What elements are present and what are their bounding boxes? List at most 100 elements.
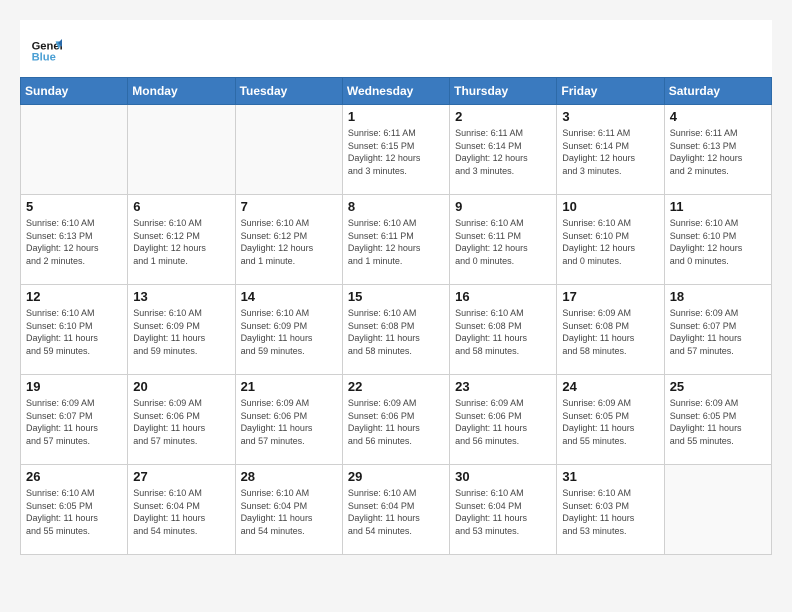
day-info: Sunrise: 6:09 AM Sunset: 6:08 PM Dayligh…	[562, 307, 658, 357]
day-cell: 11 Sunrise: 6:10 AM Sunset: 6:10 PM Dayli…	[664, 195, 771, 285]
weekday-header-tuesday: Tuesday	[235, 78, 342, 105]
day-number: 24	[562, 379, 658, 394]
week-row-3: 19 Sunrise: 6:09 AM Sunset: 6:07 PM Dayli…	[21, 375, 772, 465]
week-row-2: 12 Sunrise: 6:10 AM Sunset: 6:10 PM Dayli…	[21, 285, 772, 375]
day-cell: 2Sunrise: 6:11 AM Sunset: 6:14 PM Daylig…	[450, 105, 557, 195]
day-info: Sunrise: 6:09 AM Sunset: 6:06 PM Dayligh…	[455, 397, 551, 447]
weekday-header-friday: Friday	[557, 78, 664, 105]
day-cell: 5Sunrise: 6:10 AM Sunset: 6:13 PM Daylig…	[21, 195, 128, 285]
day-cell	[664, 465, 771, 555]
day-info: Sunrise: 6:11 AM Sunset: 6:13 PM Dayligh…	[670, 127, 766, 177]
day-number: 5	[26, 199, 122, 214]
day-cell: 1Sunrise: 6:11 AM Sunset: 6:15 PM Daylig…	[342, 105, 449, 195]
day-info: Sunrise: 6:10 AM Sunset: 6:04 PM Dayligh…	[455, 487, 551, 537]
day-info: Sunrise: 6:09 AM Sunset: 6:05 PM Dayligh…	[670, 397, 766, 447]
day-number: 7	[241, 199, 337, 214]
day-cell: 12 Sunrise: 6:10 AM Sunset: 6:10 PM Dayli…	[21, 285, 128, 375]
day-cell: 19 Sunrise: 6:09 AM Sunset: 6:07 PM Dayli…	[21, 375, 128, 465]
day-number: 30	[455, 469, 551, 484]
day-number: 12	[26, 289, 122, 304]
day-number: 31	[562, 469, 658, 484]
header: General Blue	[20, 20, 772, 77]
day-cell: 13 Sunrise: 6:10 AM Sunset: 6:09 PM Dayli…	[128, 285, 235, 375]
day-info: Sunrise: 6:10 AM Sunset: 6:10 PM Dayligh…	[670, 217, 766, 267]
weekday-header-saturday: Saturday	[664, 78, 771, 105]
day-info: Sunrise: 6:10 AM Sunset: 6:09 PM Dayligh…	[133, 307, 229, 357]
day-cell: 24 Sunrise: 6:09 AM Sunset: 6:05 PM Dayli…	[557, 375, 664, 465]
day-cell: 16 Sunrise: 6:10 AM Sunset: 6:08 PM Dayli…	[450, 285, 557, 375]
day-number: 22	[348, 379, 444, 394]
day-cell: 21 Sunrise: 6:09 AM Sunset: 6:06 PM Dayli…	[235, 375, 342, 465]
day-info: Sunrise: 6:10 AM Sunset: 6:08 PM Dayligh…	[348, 307, 444, 357]
day-info: Sunrise: 6:10 AM Sunset: 6:10 PM Dayligh…	[26, 307, 122, 357]
day-cell: 3 Sunrise: 6:11 AM Sunset: 6:14 PM Daylig…	[557, 105, 664, 195]
day-number: 28	[241, 469, 337, 484]
day-cell: 10Sunrise: 6:10 AM Sunset: 6:10 PM Dayli…	[557, 195, 664, 285]
day-cell: 23 Sunrise: 6:09 AM Sunset: 6:06 PM Dayli…	[450, 375, 557, 465]
day-number: 10	[562, 199, 658, 214]
day-info: Sunrise: 6:10 AM Sunset: 6:05 PM Dayligh…	[26, 487, 122, 537]
day-info: Sunrise: 6:10 AM Sunset: 6:08 PM Dayligh…	[455, 307, 551, 357]
day-info: Sunrise: 6:09 AM Sunset: 6:07 PM Dayligh…	[670, 307, 766, 357]
weekday-header-row: SundayMondayTuesdayWednesdayThursdayFrid…	[21, 78, 772, 105]
day-info: Sunrise: 6:10 AM Sunset: 6:09 PM Dayligh…	[241, 307, 337, 357]
week-row-4: 26 Sunrise: 6:10 AM Sunset: 6:05 PM Dayli…	[21, 465, 772, 555]
day-number: 8	[348, 199, 444, 214]
day-cell: 4 Sunrise: 6:11 AM Sunset: 6:13 PM Daylig…	[664, 105, 771, 195]
day-cell: 30 Sunrise: 6:10 AM Sunset: 6:04 PM Dayli…	[450, 465, 557, 555]
day-cell: 6Sunrise: 6:10 AM Sunset: 6:12 PM Daylig…	[128, 195, 235, 285]
day-number: 3	[562, 109, 658, 124]
calendar-container: General Blue SundayMondayTuesdayWednesda…	[20, 20, 772, 555]
day-number: 26	[26, 469, 122, 484]
day-number: 14	[241, 289, 337, 304]
day-cell: 29 Sunrise: 6:10 AM Sunset: 6:04 PM Dayli…	[342, 465, 449, 555]
day-cell: 7Sunrise: 6:10 AM Sunset: 6:12 PM Daylig…	[235, 195, 342, 285]
day-cell: 20 Sunrise: 6:09 AM Sunset: 6:06 PM Dayli…	[128, 375, 235, 465]
weekday-header-sunday: Sunday	[21, 78, 128, 105]
weekday-header-wednesday: Wednesday	[342, 78, 449, 105]
day-info: Sunrise: 6:09 AM Sunset: 6:07 PM Dayligh…	[26, 397, 122, 447]
day-number: 23	[455, 379, 551, 394]
day-cell: 28 Sunrise: 6:10 AM Sunset: 6:04 PM Dayli…	[235, 465, 342, 555]
logo-icon: General Blue	[30, 35, 62, 67]
day-cell: 18Sunrise: 6:09 AM Sunset: 6:07 PM Dayli…	[664, 285, 771, 375]
day-number: 1	[348, 109, 444, 124]
day-info: Sunrise: 6:10 AM Sunset: 6:04 PM Dayligh…	[133, 487, 229, 537]
day-cell: 9 Sunrise: 6:10 AM Sunset: 6:11 PM Daylig…	[450, 195, 557, 285]
day-info: Sunrise: 6:11 AM Sunset: 6:14 PM Dayligh…	[455, 127, 551, 177]
day-number: 4	[670, 109, 766, 124]
day-info: Sunrise: 6:10 AM Sunset: 6:11 PM Dayligh…	[348, 217, 444, 267]
day-cell: 17Sunrise: 6:09 AM Sunset: 6:08 PM Dayli…	[557, 285, 664, 375]
day-cell: 26 Sunrise: 6:10 AM Sunset: 6:05 PM Dayli…	[21, 465, 128, 555]
day-number: 21	[241, 379, 337, 394]
day-number: 19	[26, 379, 122, 394]
day-info: Sunrise: 6:10 AM Sunset: 6:11 PM Dayligh…	[455, 217, 551, 267]
day-number: 13	[133, 289, 229, 304]
day-number: 11	[670, 199, 766, 214]
day-cell: 27 Sunrise: 6:10 AM Sunset: 6:04 PM Dayli…	[128, 465, 235, 555]
day-info: Sunrise: 6:09 AM Sunset: 6:06 PM Dayligh…	[348, 397, 444, 447]
day-number: 27	[133, 469, 229, 484]
day-info: Sunrise: 6:09 AM Sunset: 6:06 PM Dayligh…	[241, 397, 337, 447]
day-cell: 8 Sunrise: 6:10 AM Sunset: 6:11 PM Daylig…	[342, 195, 449, 285]
day-info: Sunrise: 6:09 AM Sunset: 6:06 PM Dayligh…	[133, 397, 229, 447]
day-info: Sunrise: 6:10 AM Sunset: 6:12 PM Dayligh…	[133, 217, 229, 267]
calendar-body: 1Sunrise: 6:11 AM Sunset: 6:15 PM Daylig…	[21, 105, 772, 555]
day-info: Sunrise: 6:10 AM Sunset: 6:04 PM Dayligh…	[348, 487, 444, 537]
day-cell	[21, 105, 128, 195]
day-info: Sunrise: 6:09 AM Sunset: 6:05 PM Dayligh…	[562, 397, 658, 447]
day-cell: 22 Sunrise: 6:09 AM Sunset: 6:06 PM Dayli…	[342, 375, 449, 465]
svg-text:Blue: Blue	[32, 52, 56, 64]
day-number: 29	[348, 469, 444, 484]
day-info: Sunrise: 6:11 AM Sunset: 6:14 PM Dayligh…	[562, 127, 658, 177]
day-info: Sunrise: 6:10 AM Sunset: 6:04 PM Dayligh…	[241, 487, 337, 537]
day-number: 9	[455, 199, 551, 214]
weekday-header-thursday: Thursday	[450, 78, 557, 105]
logo: General Blue	[30, 35, 38, 67]
day-number: 16	[455, 289, 551, 304]
day-info: Sunrise: 6:10 AM Sunset: 6:03 PM Dayligh…	[562, 487, 658, 537]
day-number: 20	[133, 379, 229, 394]
day-cell: 15Sunrise: 6:10 AM Sunset: 6:08 PM Dayli…	[342, 285, 449, 375]
week-row-1: 5Sunrise: 6:10 AM Sunset: 6:13 PM Daylig…	[21, 195, 772, 285]
day-cell: 14 Sunrise: 6:10 AM Sunset: 6:09 PM Dayli…	[235, 285, 342, 375]
